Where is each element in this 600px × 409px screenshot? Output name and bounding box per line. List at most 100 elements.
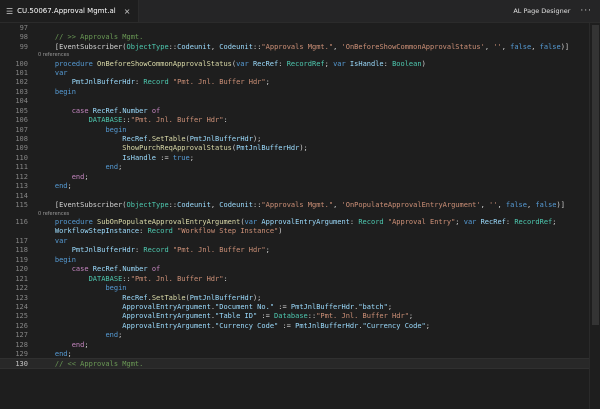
- code-line[interactable]: 104: [0, 97, 600, 106]
- code-token: DATABASE: [88, 274, 123, 283]
- code-line[interactable]: 124 ApprovalEntryArgument."Document No."…: [0, 302, 600, 311]
- code-token: [EventSubscriber(: [54, 201, 127, 210]
- code-line[interactable]: 123 RecRef.SetTable(PmtJnlBufferHdr);: [0, 293, 600, 302]
- code-token: ;: [387, 302, 393, 311]
- code-line[interactable]: 107 begin: [0, 125, 600, 134]
- code-line[interactable]: 108 RecRef.SetTable(PmtJnlBufferHdr);: [0, 134, 600, 143]
- al-page-designer-button[interactable]: AL Page Designer: [513, 7, 570, 15]
- more-actions-icon[interactable]: ···: [580, 6, 592, 16]
- code-line[interactable]: 103 begin: [0, 87, 600, 96]
- code-line[interactable]: 100 procedure OnBeforeShowCommonApproval…: [0, 59, 600, 68]
- code-token: '': [493, 42, 502, 51]
- code-token: )]: [560, 42, 570, 51]
- line-number: 115: [15, 201, 28, 210]
- line-code: ShowPurchReqApprovalStatus(PmtJnlBufferH…: [38, 144, 600, 152]
- line-code: RecRef.SetTable(PmtJnlBufferHdr);: [38, 135, 600, 143]
- code-line[interactable]: 130 // << Approvals Mgmt.: [0, 357, 600, 370]
- code-line[interactable]: 120 case RecRef.Number of: [0, 265, 600, 274]
- code-line[interactable]: 109 ShowPurchReqApprovalStatus(PmtJnlBuf…: [0, 144, 600, 153]
- code-line[interactable]: 97: [0, 23, 600, 32]
- code-line[interactable]: 126 ApprovalEntryArgument."Currency Code…: [0, 321, 600, 330]
- code-token: PmtJnlBufferHdr: [236, 144, 300, 153]
- code-line[interactable]: 98 // >> Approvals Mgmt.: [0, 32, 600, 41]
- scrollbar-thumb[interactable]: [592, 25, 599, 325]
- line-number: 126: [15, 321, 28, 330]
- line-code: [EventSubscriber(ObjectType::Codeunit, C…: [38, 43, 600, 51]
- codelens-references[interactable]: 0 references: [0, 51, 600, 59]
- code-line[interactable]: 102 PmtJnlBufferHdr: Record "Pmt. Jnl. B…: [0, 78, 600, 87]
- line-code: begin: [38, 126, 600, 134]
- code-token: RecRef: [480, 218, 506, 227]
- code-line[interactable]: 99 [EventSubscriber(ObjectType::Codeunit…: [0, 42, 600, 51]
- code-line[interactable]: 125 ApprovalEntryArgument."Table ID" := …: [0, 312, 600, 321]
- code-line[interactable]: 106 DATABASE::"Pmt. Jnl. Buffer Hdr":: [0, 115, 600, 124]
- code-token: var: [54, 236, 68, 245]
- code-token: var: [463, 218, 481, 227]
- code-token: of: [151, 106, 161, 115]
- code-token: false: [535, 201, 557, 210]
- code-editor[interactable]: 97 98 // >> Approvals Mgmt. 99 [EventSubsc…: [0, 23, 600, 409]
- code-line[interactable]: 122 begin: [0, 283, 600, 292]
- code-line[interactable]: 121 DATABASE::"Pmt. Jnl. Buffer Hdr":: [0, 274, 600, 283]
- code-line[interactable]: 119 begin: [0, 255, 600, 264]
- code-line[interactable]: 114: [0, 191, 600, 200]
- vertical-scrollbar[interactable]: [589, 23, 600, 409]
- code-token: "Document No.": [215, 302, 275, 311]
- code-token: ,: [501, 42, 511, 51]
- code-line[interactable]: 111 end;: [0, 163, 600, 172]
- line-number: 120: [15, 265, 28, 274]
- tab-approval-mgmt[interactable]: ☰ CU.50067.Approval Mgmt.al ×: [0, 0, 140, 22]
- references-label[interactable]: 0 references: [38, 52, 69, 58]
- code-line[interactable]: 129 end;: [0, 349, 600, 358]
- code-token: ShowPurchReqApprovalStatus: [122, 144, 232, 153]
- code-token: end: [105, 331, 119, 340]
- code-token: IsHandle: [122, 153, 157, 162]
- code-line[interactable]: 117 var: [0, 236, 600, 245]
- line-number: 121: [15, 274, 28, 283]
- line-code: ApprovalEntryArgument."Table ID" := Data…: [38, 312, 600, 320]
- code-line[interactable]: 116 procedure SubOnPopulateApprovalEntry…: [0, 217, 600, 226]
- code-token: ,: [210, 201, 220, 210]
- code-line[interactable]: 113 end;: [0, 182, 600, 191]
- code-token: RecRef: [92, 106, 119, 115]
- code-line[interactable]: 101 var: [0, 68, 600, 77]
- code-token: ObjectType: [126, 201, 169, 210]
- code-line[interactable]: 118 PmtJnlBufferHdr: Record "Pmt. Jnl. B…: [0, 246, 600, 255]
- line-number: 119: [15, 255, 28, 264]
- code-token: ,: [497, 201, 506, 210]
- references-label[interactable]: 0 references: [38, 211, 69, 217]
- line-code: end;: [38, 350, 600, 358]
- close-icon[interactable]: ×: [124, 7, 131, 16]
- code-token: :: [383, 59, 393, 68]
- code-line[interactable]: 127 end;: [0, 331, 600, 340]
- code-line[interactable]: 115 [EventSubscriber(ObjectType::Codeuni…: [0, 200, 600, 209]
- code-token: ;: [84, 172, 89, 181]
- code-token: "Table ID": [215, 312, 258, 321]
- line-number: 103: [15, 87, 28, 96]
- code-token: PmtJnlBufferHdr: [290, 302, 355, 311]
- line-number: 109: [15, 144, 28, 153]
- code-line[interactable]: 105 case RecRef.Number of: [0, 106, 600, 115]
- code-line[interactable]: 128 end;: [0, 340, 600, 349]
- codelens-references[interactable]: 0 references: [0, 210, 600, 218]
- code-line[interactable]: WorkflowStepInstance: Record "Workflow S…: [0, 227, 600, 236]
- code-token: Codeunit: [177, 201, 211, 210]
- code-line[interactable]: 110 IsHandle := true;: [0, 153, 600, 162]
- line-code: PmtJnlBufferHdr: Record "Pmt. Jnl. Buffe…: [38, 78, 600, 86]
- line-number: 98: [19, 33, 28, 42]
- line-code: RecRef.SetTable(PmtJnlBufferHdr);: [38, 294, 600, 302]
- code-lines: 97 98 // >> Approvals Mgmt. 99 [EventSubsc…: [0, 23, 600, 370]
- code-token: procedure: [54, 218, 98, 227]
- code-line[interactable]: 112 end;: [0, 172, 600, 181]
- code-token: ,: [333, 42, 342, 51]
- code-token: ::: [307, 312, 317, 321]
- code-token: SetTable: [151, 293, 186, 302]
- code-token: "Currency Code": [362, 321, 426, 330]
- line-number: 101: [15, 68, 28, 77]
